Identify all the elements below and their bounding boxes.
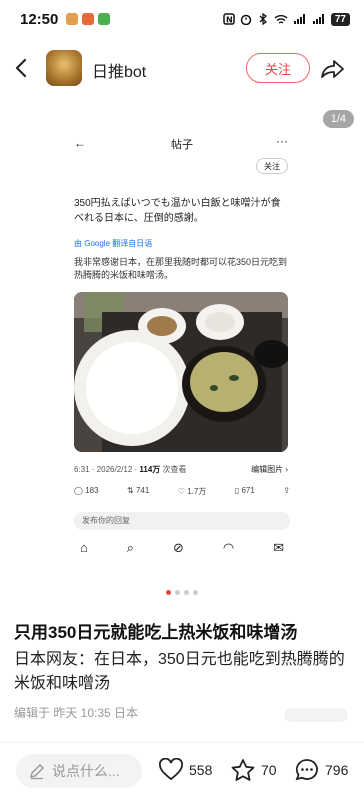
bottom-bar: 说点什么... 558 70 796 — [0, 752, 364, 792]
share-out-icon: ⇪ — [283, 486, 290, 495]
image-counter: 1/4 — [322, 110, 354, 128]
stat-likes: ♡ 1.7万 — [178, 486, 207, 497]
nfc-icon: N — [223, 13, 235, 25]
bookmarks-count: 671 — [241, 486, 255, 495]
wifi-icon — [274, 15, 288, 24]
favorite-button[interactable]: 70 — [230, 758, 277, 782]
image-carousel[interactable]: 1/4 ← 帖子 ··· 关注 350円払えばいつでも温かい白飯と味噌汁が食べれ… — [0, 102, 364, 602]
placeholder-bar — [284, 708, 348, 722]
mail-icon: ✉ — [273, 540, 284, 555]
carousel-dot — [184, 590, 189, 595]
bluetooth-icon — [259, 13, 267, 25]
meta-date: 6:31 · 2026/2/12 · — [74, 465, 140, 474]
screenshot-translation-label: 由 Google 翻译自日语 — [74, 238, 152, 249]
comment-button[interactable]: 796 — [294, 758, 348, 782]
retweets-count: 741 — [135, 486, 150, 495]
screenshot-reply-box: 发布你的回复 — [74, 512, 290, 530]
notification-icons — [66, 13, 111, 25]
screenshot-meta: 6:31 · 2026/2/12 · 114万 次查看 — [74, 464, 187, 475]
post-body: 日本网友：在日本，350日元也能吃到热腾腾的米饭和味噌汤 — [14, 651, 345, 692]
star-icon — [231, 759, 255, 781]
likes-count: 1.7万 — [187, 487, 207, 496]
bell-icon: ◠ — [222, 540, 235, 555]
comment-count: 796 — [325, 762, 349, 778]
screenshot-stats: ◯ 183 ⇅ 741 ♡ 1.7万 ▯ 671 ⇪ — [74, 486, 290, 497]
share-icon[interactable] — [320, 56, 346, 82]
page: 12:50 N 77 日推bot 关注 1/4 ← 帖子 ··· 关注 350円… — [0, 0, 364, 800]
screenshot-more-icon: ··· — [276, 134, 288, 148]
carousel-dot — [193, 590, 198, 595]
weibo-notification-icon — [82, 13, 95, 25]
status-right: N 77 — [223, 12, 350, 26]
comment-bubble-icon — [295, 759, 318, 781]
svg-text:N: N — [226, 16, 233, 25]
carousel-dot — [175, 590, 180, 595]
post-header: 日推bot 关注 — [0, 44, 364, 94]
meta-views-num: 114万 — [139, 465, 161, 474]
comment-input[interactable]: 说点什么... — [16, 754, 142, 788]
post-title: 只用350日元就能吃上热米饭和味增汤 — [14, 623, 298, 642]
search-icon: ⌕ — [126, 540, 135, 555]
reply-icon: ◯ — [74, 486, 86, 495]
google-suffix: 翻译自日语 — [112, 239, 153, 248]
alarm-icon — [240, 14, 252, 25]
food-photo — [74, 292, 288, 452]
screenshot-edit-label: 编辑图片 › — [251, 465, 288, 474]
screenshot-tweet-text: 350円払えばいつでも温かい白飯と味噌汁が食べれる日本に、圧倒的感謝。 — [74, 198, 281, 224]
stat-replies: ◯ 183 — [74, 486, 99, 497]
stat-retweets: ⇅ 741 — [127, 486, 149, 497]
google-prefix: 由 Google — [74, 239, 111, 248]
screenshot-title: 帖子 — [171, 139, 193, 151]
back-icon[interactable] — [10, 56, 34, 80]
account-name[interactable]: 日推bot — [92, 58, 146, 82]
meta-views-label: 次查看 — [160, 465, 187, 474]
grok-icon: ⊘ — [172, 540, 184, 555]
message-notification-icon — [98, 13, 111, 25]
post-meta: 编辑于 昨天 10:35 日本 — [14, 706, 139, 720]
comment-placeholder: 说点什么... — [52, 763, 120, 779]
status-bar: 12:50 N 77 — [0, 0, 364, 38]
retweet-icon: ⇅ — [127, 486, 136, 495]
like-icon: ♡ — [177, 487, 188, 496]
home-icon: ⌂ — [80, 540, 88, 555]
favorite-count: 70 — [261, 762, 277, 778]
avatar[interactable] — [46, 50, 82, 86]
signal-icon-1 — [293, 14, 305, 24]
pencil-icon — [29, 763, 45, 780]
stat-bookmarks: ▯ 671 — [235, 486, 255, 497]
heart-icon — [159, 758, 183, 781]
screenshot-follow-button: 关注 — [256, 158, 288, 174]
follow-button[interactable]: 关注 — [246, 53, 310, 83]
screenshot-nav: ⌂ ⌕ ⊘ ◠ ✉ — [80, 540, 284, 556]
carousel-dots — [0, 590, 364, 595]
replies-count: 183 — [85, 486, 99, 495]
carousel-dot-active — [166, 590, 171, 595]
like-count: 558 — [189, 762, 213, 778]
screenshot-translation-text: 我非常感谢日本，在那里我随时都可以花350日元吃到热腾腾的米饭和味噌汤。 — [74, 257, 288, 280]
like-button[interactable]: 558 — [158, 758, 212, 782]
app-notification-icon — [66, 13, 79, 25]
battery-indicator: 77 — [330, 12, 350, 26]
divider — [0, 742, 364, 743]
tweet-screenshot: ← 帖子 ··· 关注 350円払えばいつでも温かい白飯と味噌汁が食べれる日本に… — [66, 122, 298, 582]
status-time: 12:50 — [20, 10, 59, 28]
signal-icon-2 — [312, 14, 324, 24]
